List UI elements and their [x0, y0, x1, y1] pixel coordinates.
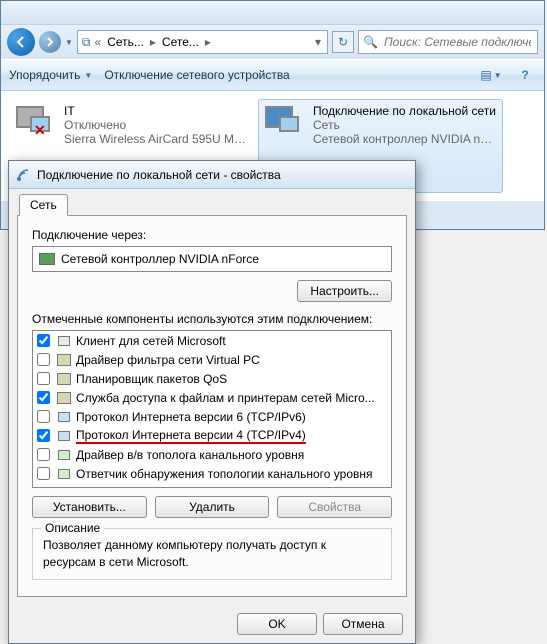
connect-using-label: Подключение через:	[32, 228, 392, 242]
organize-label: Упорядочить	[9, 68, 80, 82]
arrow-right-icon	[45, 37, 55, 47]
component-checkbox[interactable]	[37, 353, 50, 366]
help-icon: ?	[521, 68, 528, 82]
component-checkbox[interactable]	[37, 334, 50, 347]
organize-menu[interactable]: Упорядочить ▼	[9, 68, 92, 82]
address-bar[interactable]: ⧉ « Сеть... ▸ Сете... ▸ ▾	[77, 30, 328, 54]
description-label: Описание	[41, 521, 104, 535]
arrow-left-icon	[14, 35, 28, 49]
connection-device: Сетевой контроллер NVIDIA nFo...	[313, 132, 498, 146]
description-group: Описание Позволяет данному компьютеру по…	[32, 528, 392, 580]
chevron-down-icon[interactable]: ▾	[313, 35, 323, 49]
connection-status: Сеть	[313, 118, 498, 132]
component-item[interactable]: Планировщик пакетов QoS	[33, 369, 391, 388]
chevron-right-icon: ▸	[203, 35, 213, 49]
component-item[interactable]: Протокол Интернета версии 6 (TCP/IPv6)	[33, 407, 391, 426]
search-input[interactable]	[382, 34, 533, 50]
network-icon	[15, 167, 31, 183]
install-button[interactable]: Установить...	[32, 496, 147, 518]
connection-device: Sierra Wireless AirCard 595U Mod...	[64, 132, 249, 146]
nav-history-dropdown[interactable]: ▼	[65, 38, 73, 47]
properties-button[interactable]: Свойства	[277, 496, 392, 518]
connection-icon	[263, 104, 305, 142]
component-item[interactable]: Драйвер в/в тополога канального уровня	[33, 445, 391, 464]
connection-info: IT Отключено Sierra Wireless AirCard 595…	[64, 104, 249, 146]
component-label: Ответчик обнаружения топологии канальног…	[76, 467, 373, 481]
connection-title: IT	[64, 104, 249, 118]
component-label: Клиент для сетей Microsoft	[76, 334, 226, 348]
component-checkbox[interactable]	[37, 372, 50, 385]
cancel-button[interactable]: Отмена	[323, 613, 403, 635]
component-label: Протокол Интернета версии 4 (TCP/IPv4)	[76, 428, 306, 444]
protocol-icon	[56, 448, 72, 462]
connection-title: Подключение по локальной сети	[313, 104, 498, 118]
component-item-ipv4[interactable]: Протокол Интернета версии 4 (TCP/IPv4)	[33, 426, 391, 445]
window-titlebar	[1, 1, 544, 25]
uninstall-button[interactable]: Удалить	[155, 496, 270, 518]
tab-strip: Сеть	[17, 194, 407, 216]
tab-network[interactable]: Сеть	[19, 194, 68, 216]
adapter-icon	[39, 253, 55, 265]
search-icon: 🔍	[363, 35, 378, 49]
dialog-footer: OK Отмена	[9, 605, 415, 643]
breadcrumb-1[interactable]: Сеть...	[105, 35, 146, 49]
configure-button[interactable]: Настроить...	[297, 280, 392, 302]
help-button[interactable]: ?	[514, 64, 536, 86]
network-icon: ⧉	[82, 35, 91, 50]
dialog-title: Подключение по локальной сети - свойства	[37, 168, 281, 182]
component-item[interactable]: Служба доступа к файлам и принтерам сете…	[33, 388, 391, 407]
address-row: ▼ ⧉ « Сеть... ▸ Сете... ▸ ▾ ↻ 🔍	[1, 25, 544, 59]
connection-icon: ✕	[14, 104, 56, 142]
component-checkbox[interactable]	[37, 429, 50, 442]
adapter-name: Сетевой контроллер NVIDIA nForce	[61, 252, 259, 266]
adapter-field[interactable]: Сетевой контроллер NVIDIA nForce	[32, 246, 392, 272]
component-checkbox[interactable]	[37, 467, 50, 480]
components-list[interactable]: Клиент для сетей Microsoft Драйвер фильт…	[32, 330, 392, 488]
component-item[interactable]: Клиент для сетей Microsoft	[33, 331, 391, 350]
ok-button[interactable]: OK	[237, 613, 317, 635]
actions-row: Установить... Удалить Свойства	[32, 496, 392, 518]
view-button[interactable]: ▤▼	[480, 64, 502, 86]
refresh-button[interactable]: ↻	[332, 31, 354, 53]
dialog-titlebar[interactable]: Подключение по локальной сети - свойства	[9, 161, 415, 189]
client-icon	[56, 334, 72, 348]
chevron-down-icon: ▼	[494, 71, 502, 80]
description-text: Позволяет данному компьютеру получать до…	[43, 537, 381, 571]
service-icon	[56, 372, 72, 386]
protocol-icon	[56, 410, 72, 424]
chevron-down-icon: ▼	[84, 71, 92, 80]
dialog-body: Сеть Подключение через: Сетевой контролл…	[9, 189, 415, 605]
component-item[interactable]: Драйвер фильтра сети Virtual PC	[33, 350, 391, 369]
protocol-icon	[56, 429, 72, 443]
disable-device-button[interactable]: Отключение сетевого устройства	[104, 68, 289, 82]
component-label: Протокол Интернета версии 6 (TCP/IPv6)	[76, 410, 306, 424]
view-icon: ▤	[480, 68, 491, 82]
refresh-icon: ↻	[338, 35, 348, 49]
component-checkbox[interactable]	[37, 410, 50, 423]
breadcrumb-2[interactable]: Сете...	[160, 35, 201, 49]
connection-info: Подключение по локальной сети Сеть Сетев…	[313, 104, 498, 146]
component-label: Драйвер фильтра сети Virtual PC	[76, 353, 260, 367]
breadcrumb-separator: «	[93, 35, 104, 49]
component-label: Драйвер в/в тополога канального уровня	[76, 448, 304, 462]
component-label: Служба доступа к файлам и принтерам сете…	[76, 391, 375, 405]
component-label: Планировщик пакетов QoS	[76, 372, 227, 386]
back-button[interactable]	[7, 28, 35, 56]
service-icon	[56, 391, 72, 405]
component-checkbox[interactable]	[37, 448, 50, 461]
chevron-right-icon: ▸	[148, 35, 158, 49]
toolbar: Упорядочить ▼ Отключение сетевого устрой…	[1, 59, 544, 91]
component-item[interactable]: Ответчик обнаружения топологии канальног…	[33, 464, 391, 483]
service-icon	[56, 353, 72, 367]
properties-dialog: Подключение по локальной сети - свойства…	[8, 160, 416, 644]
components-label: Отмеченные компоненты используются этим …	[32, 312, 392, 326]
search-bar[interactable]: 🔍	[358, 30, 538, 54]
forward-button[interactable]	[39, 31, 61, 53]
tab-panel: Подключение через: Сетевой контроллер NV…	[17, 215, 407, 597]
connection-status: Отключено	[64, 118, 249, 132]
disable-label: Отключение сетевого устройства	[104, 68, 289, 82]
protocol-icon	[56, 467, 72, 481]
component-checkbox[interactable]	[37, 391, 50, 404]
